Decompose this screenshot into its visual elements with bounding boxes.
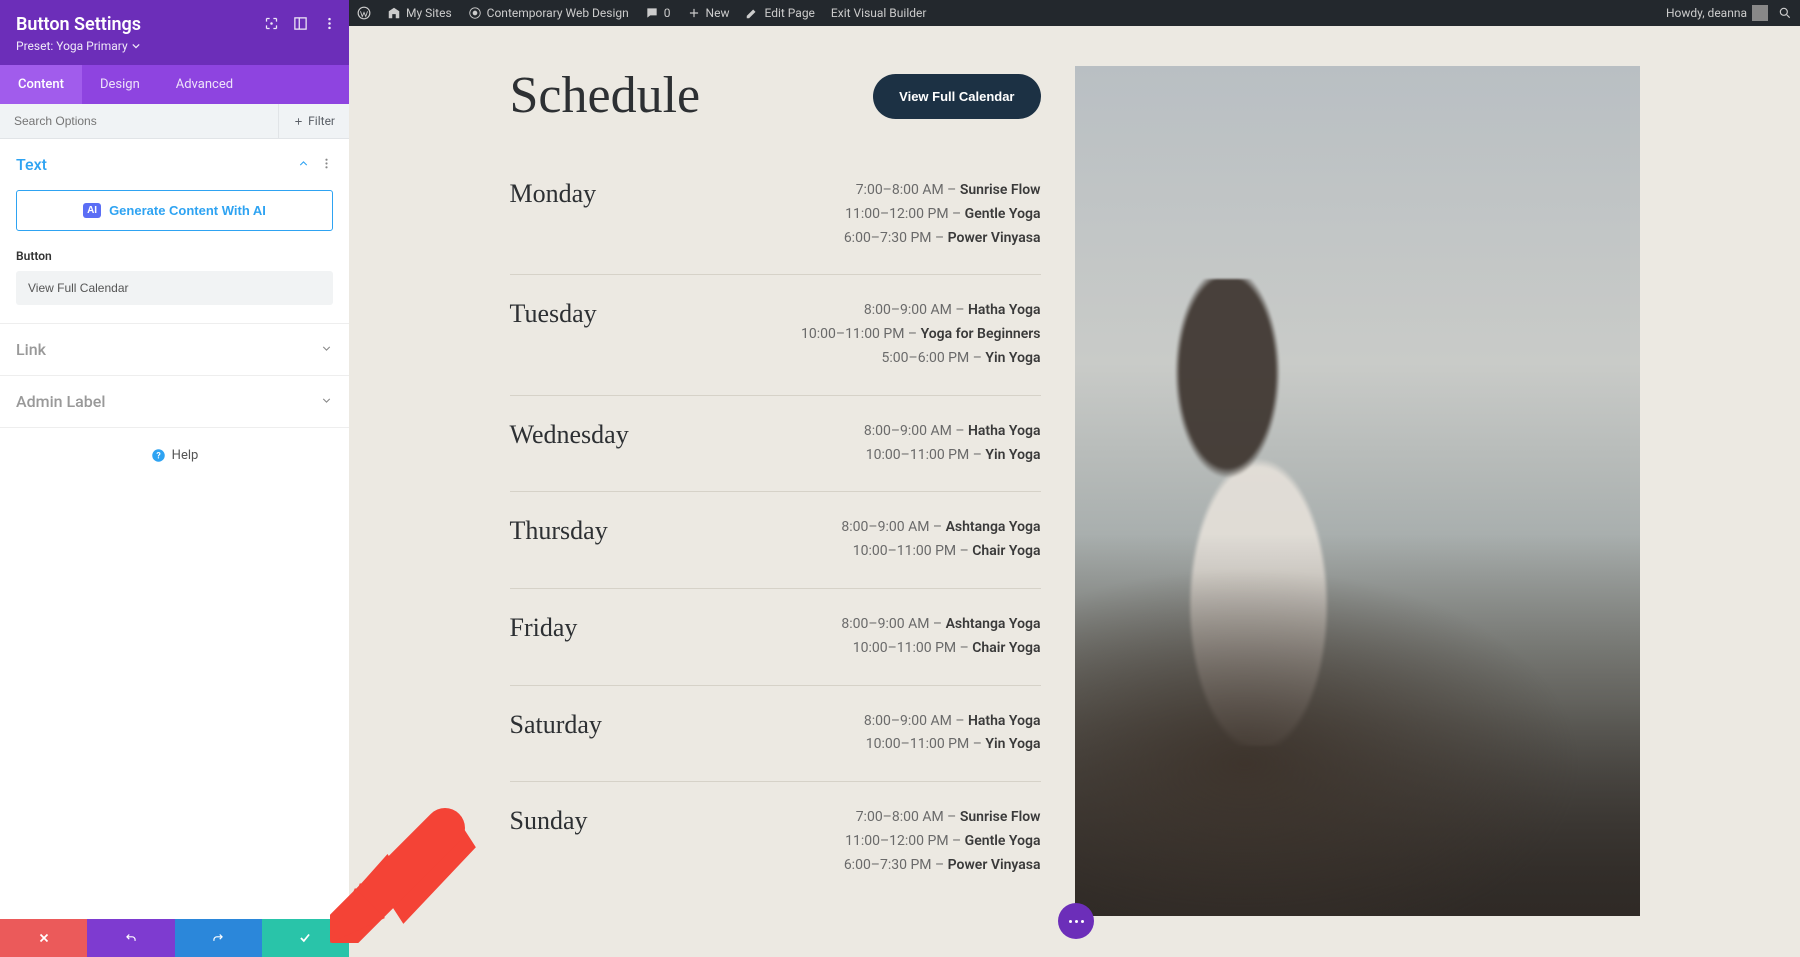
avatar [1752,5,1768,21]
button-text-input[interactable] [16,271,333,305]
search-icon[interactable] [1778,6,1792,20]
tab-advanced[interactable]: Advanced [158,65,251,104]
my-sites-link[interactable]: My Sites [387,6,452,20]
page-title: Schedule [510,66,701,125]
panel-tabs: Content Design Advanced [0,65,349,104]
day-schedule: 8:00–9:00 AM – Ashtanga Yoga10:00–11:00 … [841,613,1040,661]
day-name: Wednesday [510,420,629,450]
new-link[interactable]: New [687,6,730,20]
day-schedule: 8:00–9:00 AM – Hatha Yoga10:00–11:00 PM … [864,420,1041,468]
tab-content[interactable]: Content [0,65,82,104]
more-icon[interactable] [322,16,337,35]
day-schedule: 8:00–9:00 AM – Ashtanga Yoga10:00–11:00 … [841,516,1040,564]
user-greeting[interactable]: Howdy, deanna [1666,5,1768,21]
floating-action-button[interactable] [1058,903,1094,939]
tab-design[interactable]: Design [82,65,158,104]
focus-icon[interactable] [264,16,279,35]
day-schedule: 7:00–8:00 AM – Sunrise Flow11:00–12:00 P… [844,179,1041,250]
day-schedule: 8:00–9:00 AM – Hatha Yoga10:00–11:00 PM … [801,299,1040,370]
search-input[interactable] [0,104,278,138]
chevron-up-icon [297,155,310,174]
redo-button[interactable] [175,919,262,957]
settings-panel: Button Settings Preset: Yoga Primary Con… [0,0,349,957]
panel-footer [0,919,349,957]
day-name: Sunday [510,806,588,836]
section-admin-label-header[interactable]: Admin Label [0,376,349,427]
day-block: Saturday 8:00–9:00 AM – Hatha Yoga10:00–1… [510,686,1041,783]
undo-button[interactable] [87,919,174,957]
hero-image [1075,66,1640,916]
section-text-header[interactable]: Text [0,139,349,190]
chevron-down-icon [320,340,333,359]
panel-header: Button Settings Preset: Yoga Primary [0,0,349,65]
comments-link[interactable]: 0 [645,6,671,20]
chevron-down-icon [320,392,333,411]
filter-button[interactable]: Filter [278,104,349,138]
day-block: Sunday 7:00–8:00 AM – Sunrise Flow11:00–1… [510,782,1041,901]
section-link-header[interactable]: Link [0,324,349,375]
preview-area: Schedule View Full Calendar Monday 7:00–8… [349,26,1800,957]
generate-ai-button[interactable]: AI Generate Content With AI [16,190,333,231]
site-title-link[interactable]: Contemporary Web Design [468,6,629,20]
day-block: Tuesday 8:00–9:00 AM – Hatha Yoga10:00–11… [510,275,1041,395]
exit-builder-link[interactable]: Exit Visual Builder [831,6,927,20]
day-block: Wednesday 8:00–9:00 AM – Hatha Yoga10:00–… [510,396,1041,493]
svg-text:?: ? [156,452,161,462]
save-button[interactable] [262,919,349,957]
button-field-label: Button [16,249,333,263]
day-schedule: 8:00–9:00 AM – Hatha Yoga10:00–11:00 PM … [864,710,1041,758]
help-link[interactable]: ? Help [0,428,349,483]
day-block: Friday 8:00–9:00 AM – Ashtanga Yoga10:00–… [510,589,1041,686]
day-schedule: 7:00–8:00 AM – Sunrise Flow11:00–12:00 P… [844,806,1041,877]
ai-badge-icon: AI [83,203,101,218]
day-name: Monday [510,179,597,209]
day-name: Thursday [510,516,608,546]
more-icon[interactable] [320,155,333,174]
wp-admin-bar: My Sites Contemporary Web Design 0 New E… [349,0,1800,26]
day-name: Tuesday [510,299,597,329]
day-name: Friday [510,613,578,643]
edit-page-link[interactable]: Edit Page [745,6,814,20]
panel-search-row: Filter [0,104,349,139]
day-block: Thursday 8:00–9:00 AM – Ashtanga Yoga10:0… [510,492,1041,589]
cancel-button[interactable] [0,919,87,957]
preset-dropdown[interactable]: Preset: Yoga Primary [16,39,333,53]
layout-icon[interactable] [293,16,308,35]
day-name: Saturday [510,710,602,740]
day-block: Monday 7:00–8:00 AM – Sunrise Flow11:00–1… [510,155,1041,275]
wp-logo-icon[interactable] [357,6,371,20]
view-calendar-button[interactable]: View Full Calendar [873,74,1040,119]
